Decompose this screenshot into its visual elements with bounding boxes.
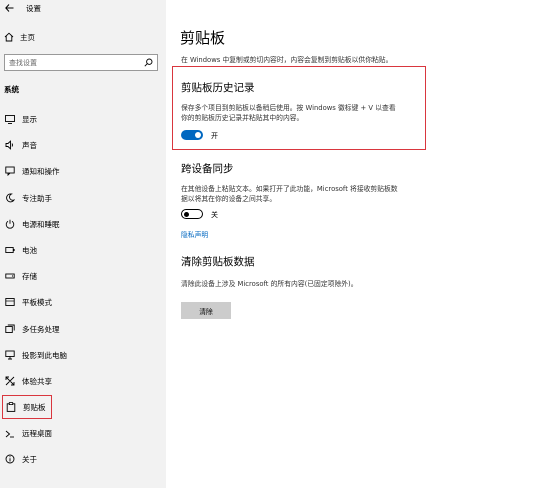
sidebar-item-label: 专注助手: [22, 193, 52, 203]
clipboard-history-toggle[interactable]: [181, 130, 203, 140]
battery-icon: [4, 244, 16, 256]
sidebar-item-notifications[interactable]: 通知和操作: [2, 160, 162, 182]
clear-heading: 清除剪贴板数据: [181, 256, 255, 268]
sidebar-item-shared-experiences[interactable]: 体验共享: [2, 370, 162, 392]
title-bar: 设置: [0, 0, 166, 16]
toggle-knob: [184, 211, 189, 217]
privacy-statement-link[interactable]: 隐私声明: [181, 229, 208, 239]
search-input[interactable]: 查找设置: [4, 54, 158, 71]
back-button[interactable]: [0, 0, 18, 16]
search-placeholder: 查找设置: [9, 58, 37, 67]
sidebar-item-display[interactable]: 显示: [2, 108, 162, 130]
notifications-icon: [4, 165, 16, 177]
sidebar-item-home[interactable]: 主页: [4, 30, 35, 44]
sidebar-item-label: 声音: [22, 140, 37, 150]
home-icon: [4, 32, 14, 42]
sidebar-item-clipboard[interactable]: 剪贴板: [2, 395, 52, 419]
sidebar-item-multitasking[interactable]: 多任务处理: [2, 318, 162, 340]
sidebar-item-label: 平板模式: [22, 297, 52, 307]
page-title: 剪贴板: [180, 29, 226, 47]
sidebar-item-label: 显示: [22, 114, 37, 124]
back-arrow-icon: [4, 4, 13, 12]
project-icon: [4, 349, 16, 361]
sidebar-item-label: 投影到此电脑: [22, 350, 67, 360]
settings-window: 设置 主页 查找设置 系统 显示 声音 通知和操作 专注助手 电源和睡眠 电池 …: [0, 0, 542, 488]
sidebar-item-label: 体验共享: [22, 376, 52, 386]
clear-button[interactable]: 清除: [181, 302, 231, 319]
sidebar-item-battery[interactable]: 电池: [2, 239, 162, 261]
sidebar-item-power[interactable]: 电源和睡眠: [2, 213, 162, 235]
clear-desc: 清除此设备上涉及 Microsoft 的所有内容(已固定项除外)。: [181, 280, 358, 288]
page-description: 在 Windows 中复制或剪切内容时，内容会复制到剪贴板以供你粘贴。: [181, 56, 393, 64]
clipboard-history-desc-line1: 保存多个项目到剪贴板以备稍后使用。按 Windows 徽标键 + V 以查看: [181, 104, 396, 112]
sidebar-item-label: 存储: [22, 271, 37, 281]
sync-desc-line2: 据以将其在你的设备之间共享。: [181, 195, 277, 203]
section-label-system: 系统: [4, 85, 19, 94]
search-icon: [144, 58, 153, 67]
sync-toggle[interactable]: [181, 209, 203, 219]
home-label: 主页: [20, 32, 35, 42]
shared-experiences-icon: [4, 375, 16, 387]
sync-toggle-label: 关: [211, 211, 218, 219]
sidebar-item-label: 电池: [22, 245, 37, 255]
sidebar-item-label: 通知和操作: [22, 166, 60, 176]
multitasking-icon: [4, 323, 16, 335]
info-icon: [4, 453, 16, 465]
sync-desc-line1: 在其他设备上粘贴文本。如果打开了此功能，Microsoft 将接收剪贴板数: [181, 185, 398, 193]
main-content: 剪贴板 在 Windows 中复制或剪切内容时，内容会复制到剪贴板以供你粘贴。 …: [166, 0, 542, 488]
sidebar-item-label: 电源和睡眠: [22, 219, 60, 229]
tablet-icon: [4, 296, 16, 308]
sound-icon: [4, 139, 16, 151]
sidebar-item-remote-desktop[interactable]: 远程桌面: [2, 422, 162, 444]
sidebar-item-focus-assist[interactable]: 专注助手: [2, 187, 162, 209]
sync-heading: 跨设备同步: [181, 163, 234, 175]
window-title: 设置: [26, 3, 41, 13]
clipboard-history-heading: 剪贴板历史记录: [181, 82, 255, 94]
toggle-knob: [195, 132, 201, 138]
sidebar-item-label: 剪贴板: [23, 402, 46, 412]
clipboard-icon: [5, 401, 17, 413]
sidebar-item-label: 关于: [22, 454, 37, 464]
focus-assist-icon: [4, 192, 16, 204]
power-icon: [4, 218, 16, 230]
clipboard-history-desc-line2: 你的剪贴板历史记录并粘贴其中的内容。: [181, 114, 304, 122]
sidebar: 设置 主页 查找设置 系统 显示 声音 通知和操作 专注助手 电源和睡眠 电池 …: [0, 0, 166, 488]
sidebar-item-sound[interactable]: 声音: [2, 134, 162, 156]
remote-desktop-icon: [4, 427, 16, 439]
sidebar-item-tablet-mode[interactable]: 平板模式: [2, 291, 162, 313]
storage-icon: [4, 270, 16, 282]
clipboard-history-toggle-label: 开: [211, 132, 218, 140]
sidebar-item-label: 远程桌面: [22, 428, 52, 438]
sidebar-item-project[interactable]: 投影到此电脑: [2, 344, 162, 366]
display-icon: [4, 113, 16, 125]
sidebar-item-about[interactable]: 关于: [2, 448, 162, 470]
sidebar-item-storage[interactable]: 存储: [2, 265, 162, 287]
sidebar-item-label: 多任务处理: [22, 324, 60, 334]
